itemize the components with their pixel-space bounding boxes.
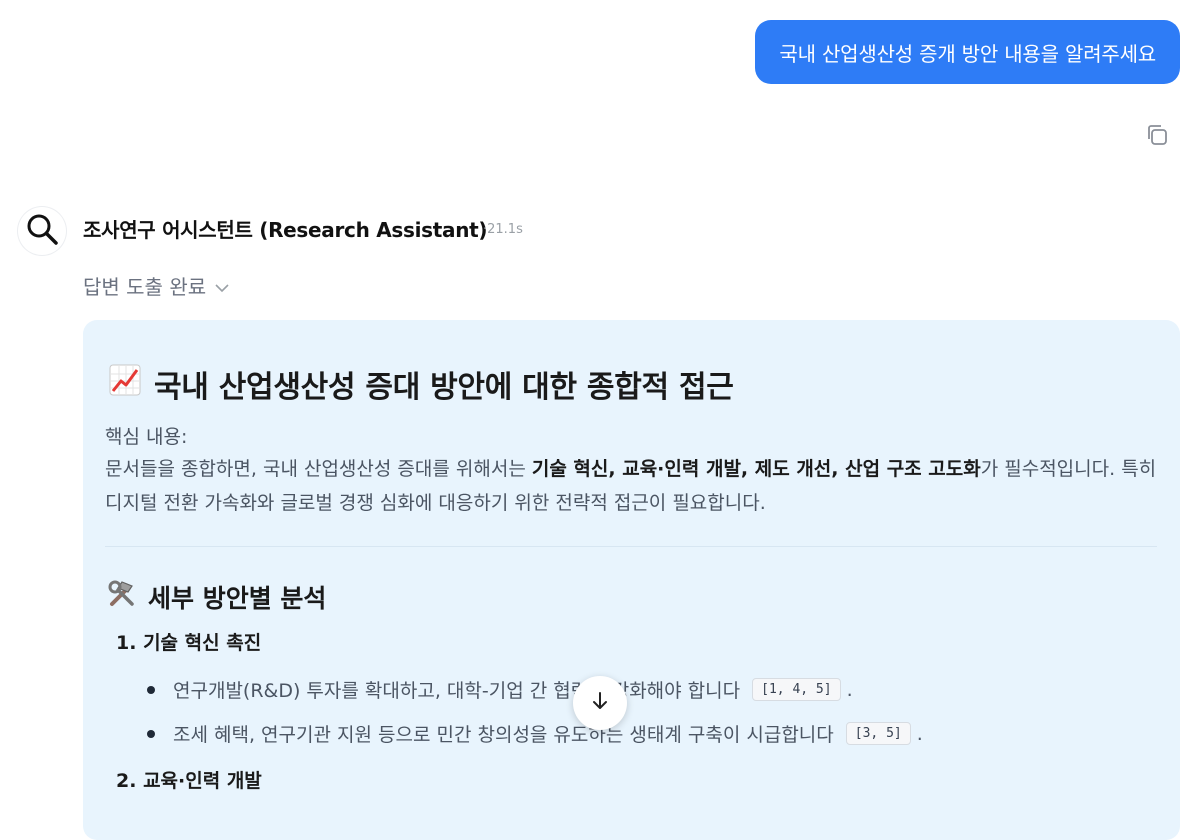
answer-title-text: 국내 산업생산성 증대 방안에 대한 종합적 접근: [154, 370, 734, 405]
list-item-number: 2.: [116, 770, 137, 792]
chevron-down-icon: [214, 274, 230, 298]
bullet-dot: [147, 729, 155, 738]
summary-text-start: 문서들을 종합하면, 국내 산업생산성 증대를 위해서는: [105, 458, 532, 480]
list-item-1: 1. 기술 혁신 촉진: [116, 628, 261, 655]
summary-paragraph: 문서들을 종합하면, 국내 산업생산성 증대를 위해서는 기술 혁신, 교육·인…: [105, 452, 1165, 520]
summary-label: 핵심 내용:: [105, 426, 188, 448]
list-item-label: 기술 혁신 촉진: [143, 632, 262, 654]
hammer-wrench-icon: [106, 578, 138, 616]
list-item-number: 1.: [116, 632, 137, 654]
bullet-end: .: [916, 722, 923, 745]
search-icon: [25, 212, 59, 250]
summary-key-terms: 기술 혁신, 교육·인력 개발, 제도 개선, 산업 구조 고도화: [531, 458, 981, 480]
bullet-end: .: [846, 678, 853, 701]
user-message-bubble: 국내 산업생산성 증개 방안 내용을 알려주세요: [755, 20, 1180, 84]
copy-icon[interactable]: [1142, 120, 1172, 150]
bullet-text: 조세 혜택, 연구기관 지원 등으로 민간 창의성을 유도하는 생태계 구축이 …: [173, 724, 834, 746]
section-divider: [105, 546, 1157, 547]
section-title-text: 세부 방안별 분석: [148, 584, 327, 613]
scroll-down-button[interactable]: [573, 676, 627, 730]
bullet-text: 연구개발(R&D) 투자를 확대하고, 대학-기업 간 협력을 강화해야 합니다: [173, 680, 741, 702]
list-item-2: 2. 교육·인력 개발: [116, 766, 262, 793]
assistant-name: 조사연구 어시스턴트 (Research Assistant): [83, 218, 488, 242]
answer-title: 국내 산업생산성 증대 방안에 대한 종합적 접근: [108, 362, 734, 406]
user-message-text: 국내 산업생산성 증개 방안 내용을 알려주세요: [779, 41, 1156, 66]
assistant-avatar: [18, 207, 66, 255]
list-bullet: 연구개발(R&D) 투자를 확대하고, 대학-기업 간 협력을 강화해야 합니다…: [147, 676, 853, 703]
list-item-label: 교육·인력 개발: [143, 770, 262, 792]
chart-increasing-icon: [108, 363, 142, 405]
citation-badge[interactable]: [1, 4, 5]: [752, 678, 841, 701]
citation-badge[interactable]: [3, 5]: [845, 722, 911, 745]
response-time: ·21.1s: [483, 222, 523, 237]
answer-status-toggle[interactable]: 답변 도출 완료: [83, 271, 230, 300]
answer-status-label: 답변 도출 완료: [83, 275, 207, 299]
bullet-dot: [147, 685, 155, 694]
list-bullet: 조세 혜택, 연구기관 지원 등으로 민간 창의성을 유도하는 생태계 구축이 …: [147, 720, 923, 747]
section-title: 세부 방안별 분석: [106, 578, 326, 616]
arrow-down-icon: [589, 690, 611, 716]
